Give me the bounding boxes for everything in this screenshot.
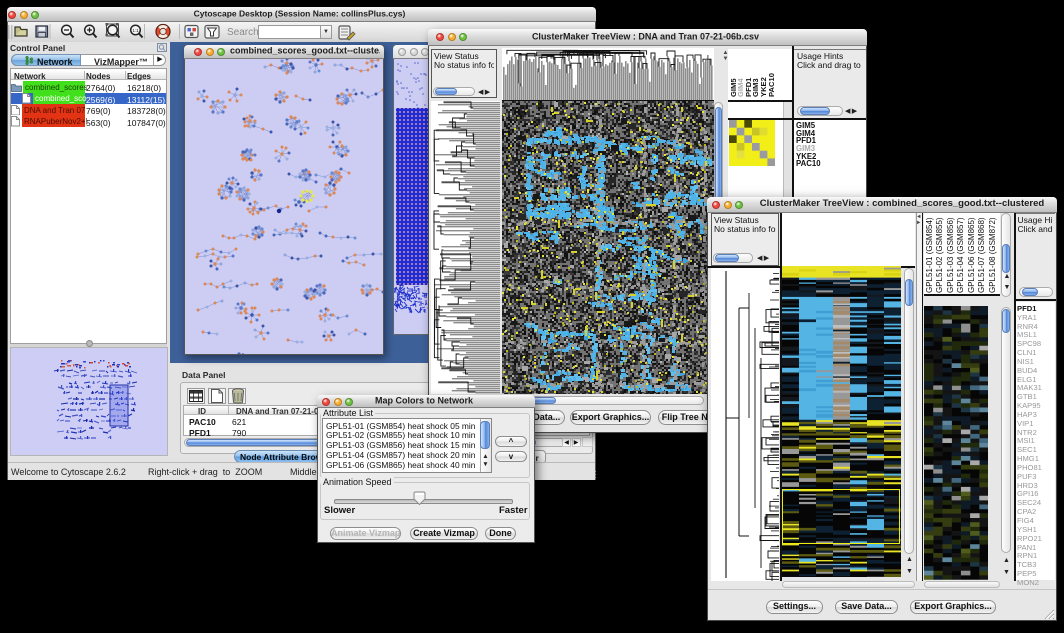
svg-text:1:1: 1:1 [132, 28, 139, 33]
